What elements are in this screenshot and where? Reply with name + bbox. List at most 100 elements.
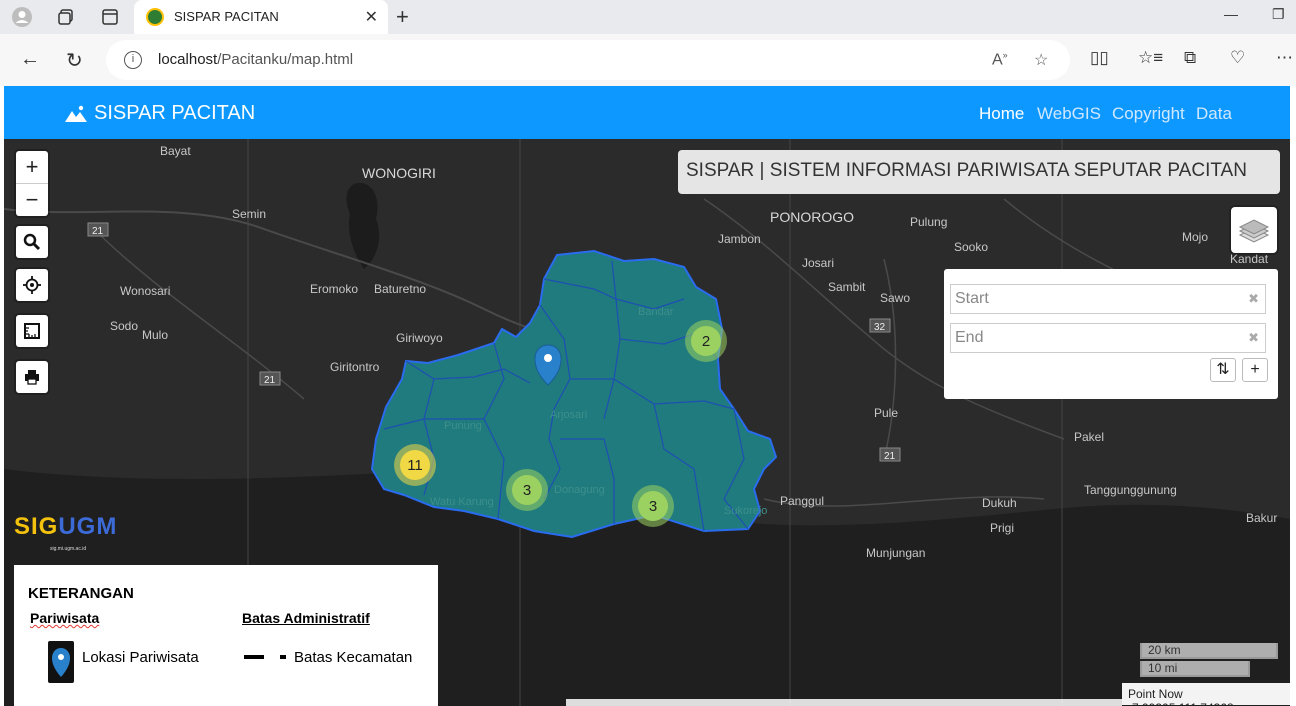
nav-data[interactable]: Data [1196, 104, 1232, 124]
place-label: Eromoko [310, 282, 358, 296]
browser-essentials-icon[interactable]: ♡ [1230, 48, 1245, 68]
reverse-waypoints-icon[interactable]: ⇅ [1210, 358, 1236, 382]
clear-end-icon[interactable]: ✖ [1248, 330, 1259, 346]
svg-text:3: 3 [523, 482, 531, 499]
locate-button[interactable] [16, 269, 48, 301]
region-label: Punung [444, 420, 482, 432]
place-label: Pulung [910, 215, 947, 229]
place-label: Tanggunggunung [1084, 483, 1177, 497]
collections-icon[interactable]: ⧉ [1184, 48, 1196, 68]
minimize-icon[interactable]: — [1224, 6, 1238, 22]
map-canvas[interactable]: Bandar Punung Arjosari Watu Karung Sukor… [4, 139, 1290, 706]
road-shield: 32 [869, 318, 891, 333]
legend-marker-icon [48, 641, 74, 683]
marker-cluster-3[interactable]: 3 [506, 469, 548, 511]
refresh-icon[interactable]: ↻ [66, 48, 83, 73]
place-label: Panggul [780, 494, 824, 508]
legend-line-dash [280, 655, 286, 659]
svg-text:11: 11 [407, 457, 423, 474]
map-title-panel: SISPAR | SISTEM INFORMASI PARIWISATA SEP… [678, 150, 1280, 194]
search-button[interactable] [16, 226, 48, 258]
place-label: Bakur [1246, 511, 1277, 525]
marker-cluster-2[interactable]: 2 [685, 320, 727, 362]
print-button[interactable] [16, 361, 48, 393]
zoom-out-button[interactable]: − [16, 184, 48, 216]
place-label: Prigi [990, 521, 1014, 535]
svg-text:2: 2 [702, 333, 710, 350]
mountain-logo-icon [65, 105, 87, 122]
address-bar-row: ← ↻ i localhost/Pacitanku/map.html A» ☆ … [0, 34, 1296, 86]
place-label: Pakel [1074, 430, 1104, 444]
legend-lokasi-label: Lokasi Pariwisata [82, 649, 199, 666]
road-shield: 21 [879, 447, 901, 462]
place-label: Bayat [160, 144, 191, 158]
region-label: Donagung [554, 484, 605, 496]
nav-home[interactable]: Home [979, 104, 1024, 124]
ruler-icon [24, 323, 40, 339]
place-label: Sodo [110, 319, 138, 333]
read-aloud-icon[interactable]: A» [992, 50, 1008, 69]
legend-line-icon [244, 655, 264, 659]
scale-km: 20 km [1140, 643, 1278, 659]
road-shield: 21 [87, 222, 109, 237]
tab-title: SISPAR PACITAN [174, 9, 279, 24]
search-icon [23, 233, 41, 251]
site-info-icon[interactable]: i [124, 51, 142, 69]
place-label: Sawo [880, 291, 910, 305]
nav-copyright[interactable]: Copyright [1112, 104, 1185, 124]
place-label: Sambit [828, 280, 866, 294]
map-attribution [566, 699, 1122, 706]
map-title: SISPAR | SISTEM INFORMASI PARIWISATA SEP… [686, 160, 1247, 181]
new-tab-icon[interactable]: + [396, 4, 409, 30]
favorites-icon[interactable]: ☆≡ [1138, 48, 1163, 68]
routing-panel: Start ✖ End ✖ ⇅ + [944, 269, 1278, 399]
svg-text:21: 21 [884, 451, 896, 462]
tab-actions-icon[interactable] [98, 5, 122, 29]
brand[interactable]: SISPAR PACITAN [64, 102, 255, 125]
legend-panel: KETERANGAN Pariwisata Batas Administrati… [14, 565, 438, 706]
scale-mi: 10 mi [1140, 661, 1250, 677]
url-input[interactable]: i localhost/Pacitanku/map.html A» ☆ [106, 40, 1070, 80]
browser-tab-bar: SISPAR PACITAN ✕ + — ❐ [0, 0, 1296, 34]
place-label: Mojo [1182, 230, 1208, 244]
nav-webgis[interactable]: WebGIS [1037, 104, 1101, 124]
legend-pariwisata-heading: Pariwisata [30, 610, 100, 626]
road-shield: 21 [259, 371, 281, 386]
split-screen-icon[interactable]: ▯▯ [1090, 48, 1109, 68]
marker-cluster-3[interactable]: 3 [632, 485, 674, 527]
back-icon[interactable]: ← [20, 48, 40, 71]
place-label: Wonosari [120, 284, 170, 298]
place-label: Mulo [142, 328, 168, 342]
start-input[interactable]: Start ✖ [950, 284, 1266, 314]
place-label: Josari [802, 256, 834, 270]
svg-text:3: 3 [649, 498, 657, 515]
zoom-in-button[interactable]: + [16, 151, 48, 183]
add-waypoint-icon[interactable]: + [1242, 358, 1268, 382]
more-menu-icon[interactable]: ⋯ [1276, 48, 1293, 68]
restore-icon[interactable]: ❐ [1272, 6, 1285, 23]
favorite-star-icon[interactable]: ☆ [1034, 50, 1048, 70]
svg-text:32: 32 [874, 322, 886, 333]
measure-button[interactable] [16, 315, 48, 347]
layers-button[interactable] [1231, 207, 1277, 253]
end-input[interactable]: End ✖ [950, 323, 1266, 353]
active-tab[interactable]: SISPAR PACITAN ✕ [134, 0, 388, 34]
region-label: Bandar [638, 306, 674, 318]
coordinate-readout: Point Now -7.99305,111.74368 [1122, 683, 1290, 706]
close-tab-icon[interactable]: ✕ [365, 7, 378, 27]
clear-start-icon[interactable]: ✖ [1248, 291, 1259, 307]
place-label: Pule [874, 406, 898, 420]
place-label: PONOROGO [770, 209, 854, 225]
svg-text:21: 21 [92, 226, 104, 237]
profile-icon[interactable] [10, 5, 34, 29]
workspaces-icon[interactable] [54, 5, 78, 29]
printer-icon [25, 370, 39, 385]
sig-ugm-logo: SIGUGM sig.mi.ugm.ac.id [14, 513, 118, 552]
place-label: Dukuh [982, 496, 1017, 510]
brand-title: SISPAR PACITAN [94, 102, 256, 124]
marker-cluster-11[interactable]: 11 [394, 444, 436, 486]
place-label: Giriwoyo [396, 331, 443, 345]
region-label: Sukorejo [724, 505, 767, 517]
place-label: Baturetno [374, 282, 426, 296]
legend-kecamatan-label: Batas Kecamatan [294, 649, 413, 666]
